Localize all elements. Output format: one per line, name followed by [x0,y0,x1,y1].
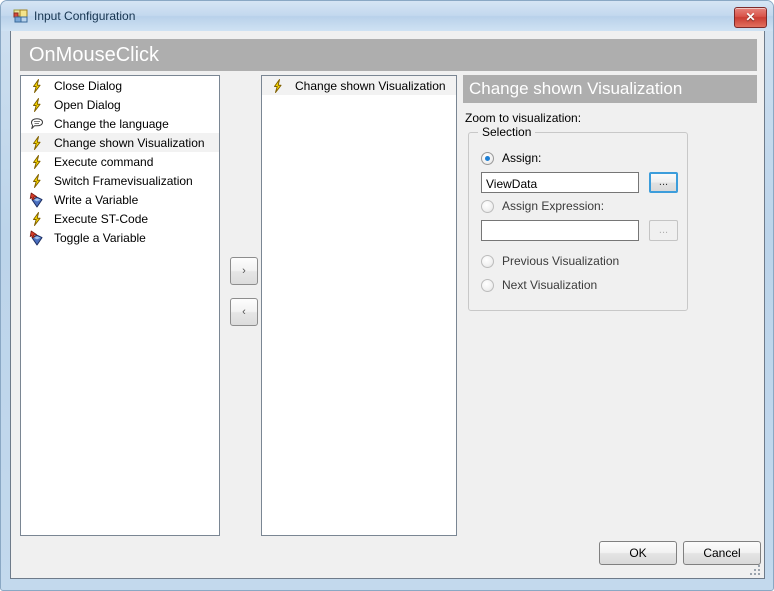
list-item-label: Toggle a Variable [54,230,146,245]
lightning-icon [274,78,282,93]
radio-assign-indicator [481,151,494,165]
radio-next-visualization-indicator [481,278,494,292]
lightning-icon [33,211,41,226]
list-item[interactable]: Toggle a Variable [21,228,219,247]
variable-icon [29,192,43,207]
radio-assign-label: Assign: [502,151,542,165]
list-item-label: Switch Framevisualization [54,173,193,188]
list-item[interactable]: Execute ST-Code [21,209,219,228]
radio-previous-visualization-label: Previous Visualization [502,254,620,268]
variable-icon [29,230,45,246]
window-title: Input Configuration [34,9,136,23]
list-item-label: Write a Variable [54,192,139,207]
list-item-label: Change shown Visualization [295,78,446,93]
lightning-icon [29,97,45,113]
expression-input[interactable] [481,220,639,241]
language-icon [29,116,45,132]
list-item-label: Change shown Visualization [54,135,205,150]
add-action-button[interactable]: › [230,257,258,285]
close-icon: ✕ [745,10,756,24]
radio-previous-visualization-indicator [481,254,494,268]
expression-browse-button: ... [649,220,678,241]
radio-assign-expression[interactable]: Assign Expression: [481,199,604,213]
radio-previous-visualization[interactable]: Previous Visualization [481,254,619,268]
list-item-label: Open Dialog [54,97,121,112]
available-actions-list[interactable]: Close Dialog Open Dialog Change the langua… [20,75,220,536]
remove-action-button[interactable]: ‹ [230,298,258,326]
lightning-icon [33,173,41,188]
lightning-icon [33,135,41,150]
list-item[interactable]: Close Dialog [21,76,219,95]
list-item-label: Change the language [54,116,169,131]
list-item[interactable]: Switch Framevisualization [21,171,219,190]
list-item[interactable]: Change shown Visualization [262,76,456,95]
selection-groupbox: Selection Assign: ... Assign Expression:… [468,125,688,311]
form-icon [13,9,28,23]
variable-icon [29,192,45,208]
event-name-header: OnMouseClick [20,39,757,71]
list-item[interactable]: Change shown Visualization [21,133,219,152]
list-item-label: Close Dialog [54,78,123,93]
radio-assign-expression-indicator [481,199,494,213]
radio-assign[interactable]: Assign: [481,151,541,165]
lightning-icon [29,154,45,170]
list-item[interactable]: Execute command [21,152,219,171]
lightning-icon [33,78,41,93]
list-item[interactable]: Open Dialog [21,95,219,114]
language-icon [31,117,43,129]
lightning-icon [29,78,45,94]
ok-button[interactable]: OK [599,541,677,565]
radio-assign-expression-label: Assign Expression: [502,199,605,213]
list-item[interactable]: Write a Variable [21,190,219,209]
lightning-icon [29,173,45,189]
radio-next-visualization[interactable]: Next Visualization [481,278,597,292]
lightning-icon [29,135,45,151]
list-item[interactable]: Change the language [21,114,219,133]
assign-input[interactable] [481,172,639,193]
list-item-label: Execute command [54,154,154,169]
variable-icon [29,230,43,245]
lightning-icon [33,154,41,169]
radio-next-visualization-label: Next Visualization [502,278,598,292]
title-bar: Input Configuration ✕ [1,1,773,31]
selection-groupbox-label: Selection [478,125,536,139]
action-details-pane: Change shown Visualization Zoom to visua… [463,75,757,536]
lightning-icon [29,211,45,227]
dialog-client-area: OnMouseClick Close Dialog Open Dialog Chan… [10,31,765,579]
zoom-to-visualization-label: Zoom to visualization: [465,111,582,125]
input-configuration-window: Input Configuration ✕ OnMouseClick Close… [0,0,774,591]
resize-grip[interactable] [747,562,760,575]
assign-browse-button[interactable]: ... [649,172,678,193]
list-item-label: Execute ST-Code [54,211,149,226]
close-button[interactable]: ✕ [734,7,767,28]
assigned-actions-list[interactable]: Change shown Visualization [261,75,457,536]
lightning-icon [270,78,286,94]
lightning-icon [33,97,41,112]
action-details-header: Change shown Visualization [463,75,757,103]
